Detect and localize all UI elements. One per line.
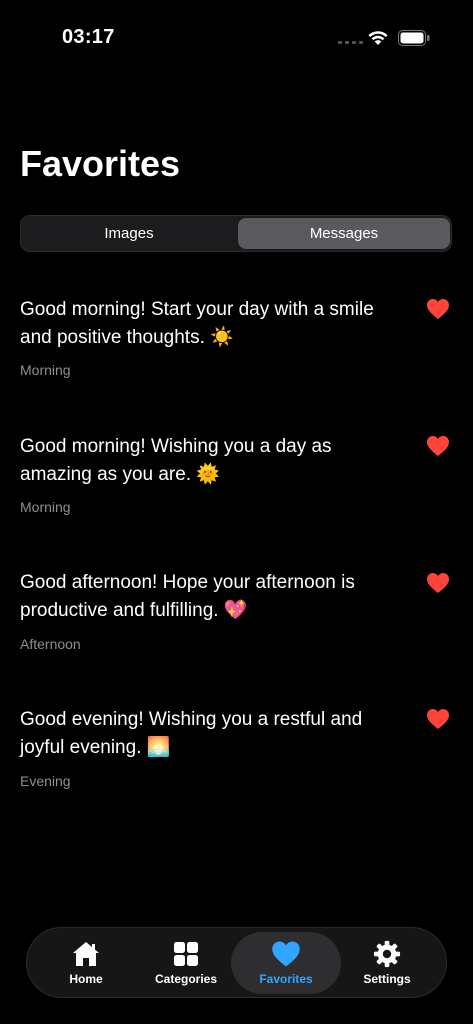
heart-icon[interactable]	[426, 298, 450, 320]
message-category: Afternoon	[20, 636, 81, 652]
segmented-control: Images Messages	[20, 215, 452, 252]
heart-icon[interactable]	[426, 708, 450, 730]
heart-icon	[272, 941, 300, 967]
house-icon	[73, 942, 99, 966]
screen: 03:17 Favorites Images Messages Good mor…	[0, 0, 473, 1024]
message-category: Evening	[20, 773, 71, 789]
status-bar: 03:17	[0, 0, 473, 76]
tab-label: Categories	[154, 972, 218, 986]
heart-icon[interactable]	[426, 572, 450, 594]
tab-favorites[interactable]: Favorites	[231, 932, 341, 994]
tab-label: Favorites	[259, 972, 313, 986]
signal-icon	[338, 41, 363, 44]
message-text: Good afternoon! Hope your afternoon is p…	[20, 572, 355, 621]
heart-icon[interactable]	[426, 435, 450, 457]
tab-bar: Home Categories Favorites Settings	[26, 927, 447, 998]
tab-home[interactable]: Home	[31, 932, 141, 994]
gear-icon	[373, 940, 401, 968]
segment-messages[interactable]: Messages	[238, 218, 450, 249]
tab-settings[interactable]: Settings	[332, 932, 442, 994]
tab-categories[interactable]: Categories	[131, 932, 241, 994]
status-time: 03:17	[62, 26, 115, 48]
message-category: Morning	[20, 362, 71, 378]
battery-icon	[398, 30, 430, 46]
tab-label: Settings	[363, 972, 411, 986]
message-text: Good morning! Start your day with a smil…	[20, 299, 374, 348]
grid-icon	[174, 942, 198, 966]
message-text: Good evening! Wishing you a restful and …	[20, 709, 363, 758]
tab-label: Home	[69, 972, 103, 986]
page-title: Favorites	[20, 143, 181, 184]
message-text: Good morning! Wishing you a day as amazi…	[20, 436, 332, 485]
wifi-icon	[368, 31, 388, 45]
segment-images[interactable]: Images	[23, 218, 235, 249]
message-category: Morning	[20, 499, 71, 515]
